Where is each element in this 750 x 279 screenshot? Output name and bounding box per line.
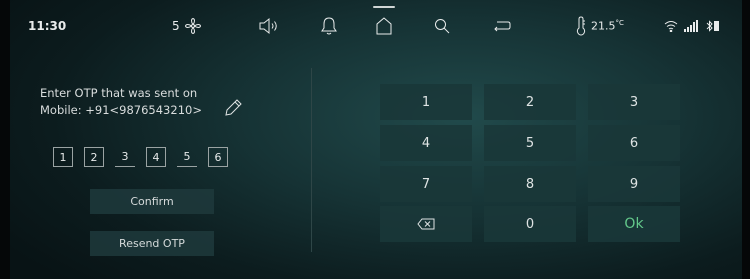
temperature-value: 21.5: [591, 19, 616, 33]
home-icon[interactable]: [374, 14, 394, 38]
thermometer-icon: [576, 16, 586, 36]
key-6[interactable]: 6: [588, 125, 680, 161]
otp-prompt: Enter OTP that was sent on Mobile: +91<9…: [40, 85, 202, 119]
otp-prompt-line2: Mobile: +91<9876543210>: [40, 103, 202, 117]
key-3[interactable]: 3: [588, 84, 680, 120]
divider: [311, 68, 312, 252]
key-4[interactable]: 4: [380, 125, 472, 161]
key-7[interactable]: 7: [380, 166, 472, 202]
temperature-unit: °C: [615, 19, 624, 28]
confirm-button[interactable]: Confirm: [90, 189, 214, 214]
key-0[interactable]: 0: [484, 206, 576, 242]
key-1[interactable]: 1: [380, 84, 472, 120]
key-2[interactable]: 2: [484, 84, 576, 120]
fan-speed: 5: [172, 19, 180, 33]
fan-control[interactable]: 5: [172, 14, 202, 38]
status-bar: 11:30 5 21.5°C: [10, 0, 742, 50]
ok-key[interactable]: Ok: [588, 206, 680, 242]
otp-digit[interactable]: 2: [84, 147, 104, 167]
otp-prompt-line1: Enter OTP that was sent on: [40, 86, 198, 100]
pencil-icon: [225, 99, 242, 116]
key-9[interactable]: 9: [588, 166, 680, 202]
system-icons: [664, 14, 720, 38]
key-5[interactable]: 5: [484, 125, 576, 161]
search-icon[interactable]: [433, 14, 451, 38]
clock: 11:30: [28, 19, 67, 33]
key-8[interactable]: 8: [484, 166, 576, 202]
otp-digit[interactable]: 5: [177, 147, 197, 167]
cabin-temperature[interactable]: 21.5°C: [576, 14, 624, 38]
bell-icon[interactable]: [320, 14, 338, 38]
otp-digit[interactable]: 3: [115, 147, 135, 167]
home-indicator: [373, 6, 395, 8]
screen: 11:30 5 21.5°C Enter OTP that was sent o…: [10, 0, 742, 279]
resend-otp-button[interactable]: Resend OTP: [90, 231, 214, 256]
otp-digit[interactable]: 4: [146, 147, 166, 167]
bluetooth-icon: [706, 20, 719, 32]
edit-mobile-button[interactable]: [222, 97, 244, 119]
otp-input[interactable]: 1 2 3 4 5 6: [53, 147, 239, 167]
fan-icon: [184, 17, 201, 35]
otp-digit[interactable]: 6: [208, 147, 228, 167]
wifi-icon: [664, 21, 678, 32]
otp-digit[interactable]: 1: [53, 147, 73, 167]
backspace-icon: [417, 218, 435, 230]
keypad: 1 2 3 4 5 6 7 8 9 0 Ok: [380, 84, 680, 242]
signal-icon: [684, 20, 698, 32]
speaker-icon[interactable]: [258, 14, 280, 38]
back-icon[interactable]: [492, 14, 512, 38]
backspace-key[interactable]: [380, 206, 472, 242]
